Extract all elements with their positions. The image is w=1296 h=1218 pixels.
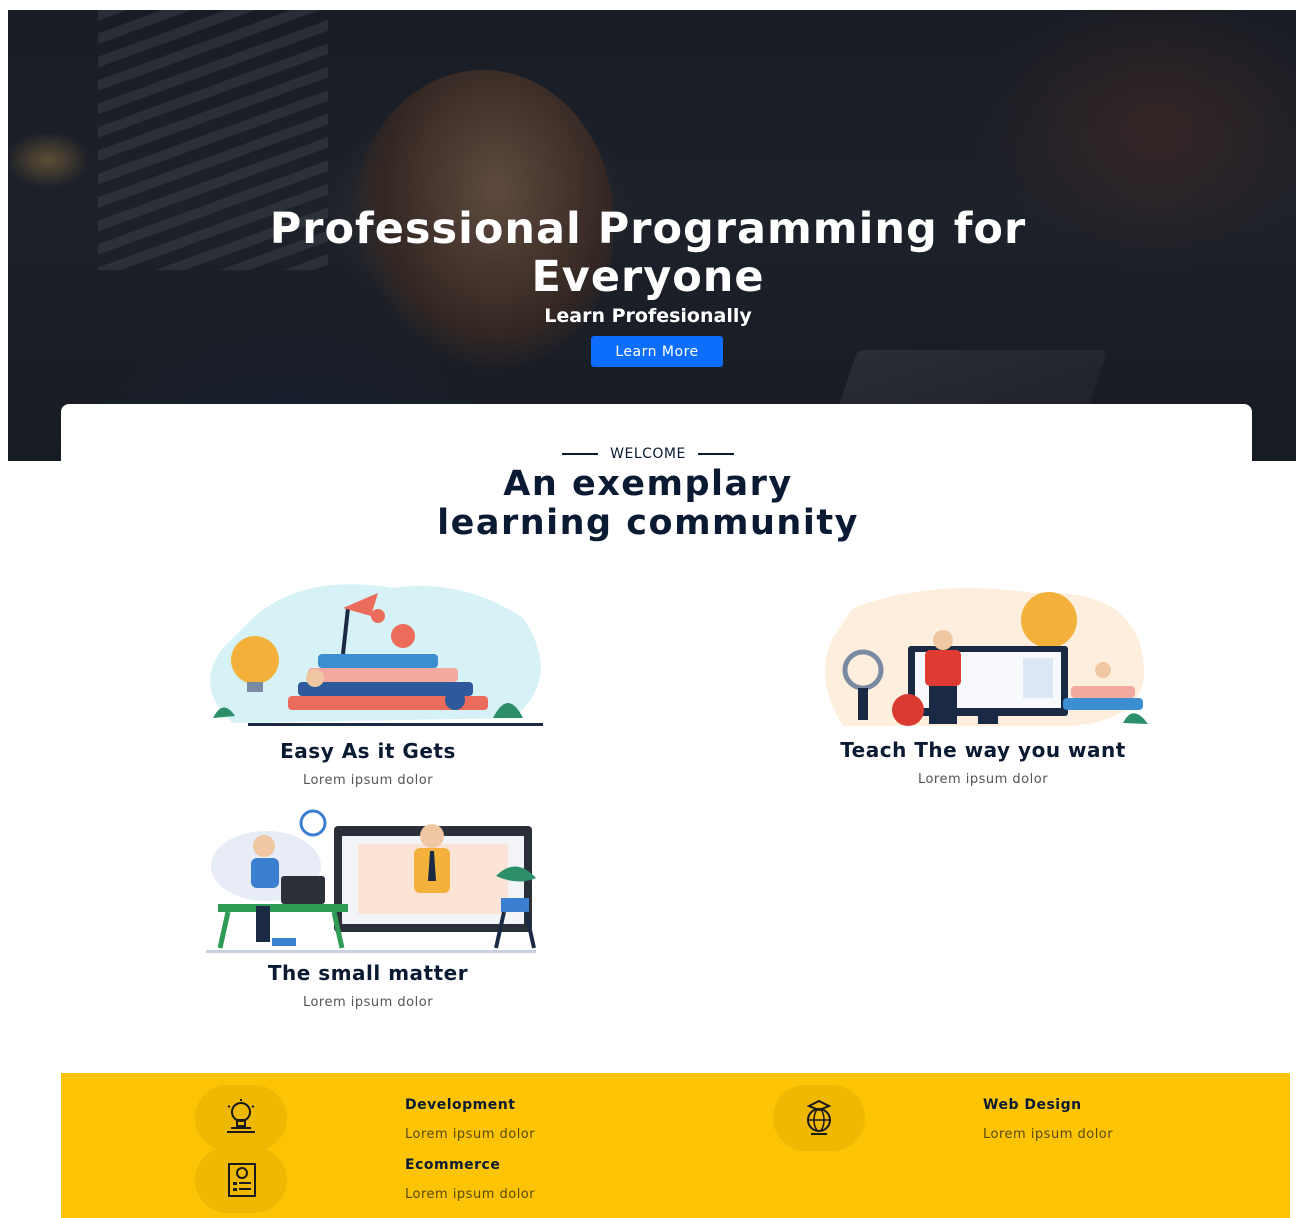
online-class-illustration bbox=[196, 806, 541, 956]
feature-description: Lorem ipsum dolor bbox=[302, 773, 434, 788]
eyebrow-line-left bbox=[562, 453, 599, 455]
feature-description: Lorem ipsum dolor bbox=[302, 995, 434, 1010]
lightbulb-icon bbox=[195, 1085, 287, 1151]
welcome-title-line1: An exemplary bbox=[503, 464, 793, 504]
feature-title: Teach The way you want bbox=[840, 738, 1126, 762]
feature-card: Easy As it Gets Lorem ipsum dolor bbox=[178, 578, 558, 788]
eyebrow-line-right bbox=[697, 453, 734, 455]
feature-card: Teach The way you want Lorem ipsum dolor bbox=[793, 578, 1173, 787]
feature-title: Easy As it Gets bbox=[280, 739, 456, 763]
hero-title: Professional Programming for Everyone bbox=[0, 205, 1296, 301]
service-title: Ecommerce bbox=[405, 1157, 501, 1173]
hero-subtitle: Learn Profesionally bbox=[544, 305, 752, 327]
service-title: Web Design bbox=[983, 1097, 1082, 1113]
welcome-eyebrow: WELCOME bbox=[0, 446, 1296, 462]
feature-description: Lorem ipsum dolor bbox=[917, 772, 1049, 787]
service-description: Lorem ipsum dolor bbox=[405, 1127, 536, 1142]
welcome-title: An exemplary learning community bbox=[0, 465, 1296, 543]
feature-title: The small matter bbox=[267, 961, 469, 985]
hero-title-line2: Everyone bbox=[531, 252, 765, 302]
teacher-screen-illustration bbox=[813, 578, 1153, 733]
learn-more-button[interactable]: Learn More bbox=[591, 336, 723, 367]
hero-title-line1: Professional Programming for bbox=[269, 204, 1027, 254]
document-list-icon bbox=[195, 1147, 287, 1213]
welcome-eyebrow-text: WELCOME bbox=[610, 446, 686, 462]
welcome-title-line2: learning community bbox=[437, 503, 859, 543]
globe-graduation-icon bbox=[773, 1085, 865, 1151]
service-description: Lorem ipsum dolor bbox=[405, 1187, 536, 1202]
services-band: Development Lorem ipsum dolor Web Design… bbox=[61, 1073, 1290, 1218]
feature-card: The small matter Lorem ipsum dolor bbox=[178, 806, 558, 1010]
service-description: Lorem ipsum dolor bbox=[983, 1127, 1114, 1142]
service-title: Development bbox=[405, 1097, 516, 1113]
books-learning-illustration bbox=[193, 578, 548, 733]
